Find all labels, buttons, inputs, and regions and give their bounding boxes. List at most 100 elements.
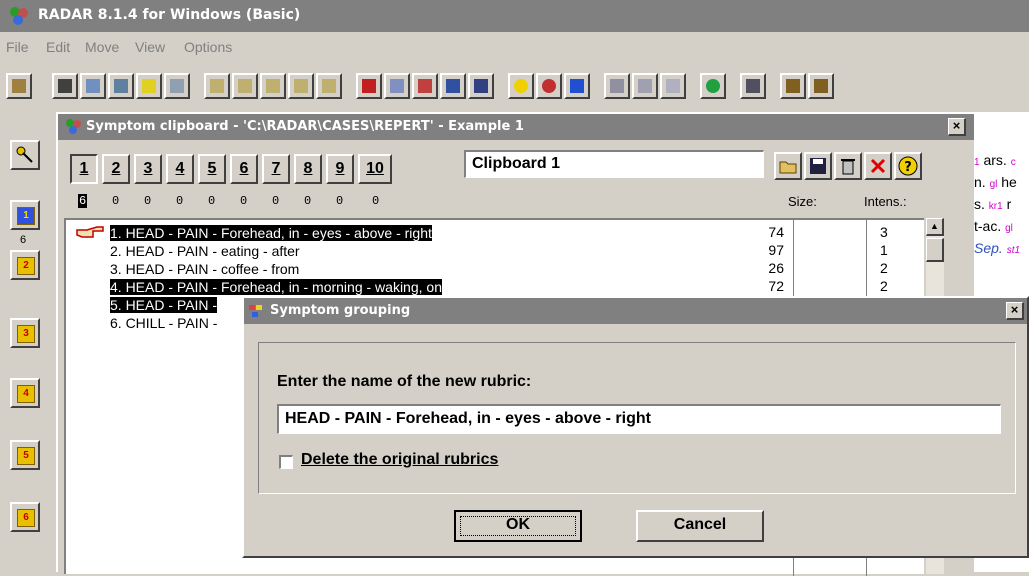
menu-edit[interactable]: Edit — [46, 39, 70, 55]
scroll-thumb[interactable] — [926, 238, 944, 262]
red-x-icon — [870, 158, 886, 174]
clipboard-side-panel: 1 6 2 3 4 5 6 — [0, 110, 52, 572]
delete-original-label[interactable]: Delete the original rubrics — [301, 451, 498, 469]
idea-button[interactable] — [136, 73, 162, 99]
size-column-header: Size: — [788, 194, 817, 209]
list-item[interactable]: 4. HEAD - PAIN - Forehead, in - morning … — [110, 278, 442, 296]
clipboard-tab-7[interactable]: 7 — [262, 154, 290, 184]
calculator-button-2[interactable] — [808, 73, 834, 99]
radar-logo-icon — [10, 7, 28, 25]
trash-button[interactable] — [834, 152, 862, 180]
list-item[interactable]: 3. HEAD - PAIN - coffee - from — [110, 260, 299, 278]
save-button[interactable] — [804, 152, 832, 180]
tab-count-1: 6 — [78, 194, 88, 208]
ok-button[interactable]: OK — [454, 510, 582, 542]
clipboard-title-bar[interactable]: Symptom clipboard - 'C:\RADAR\CASES\REPE… — [58, 114, 974, 140]
side-clipboard-5[interactable]: 5 — [10, 440, 40, 470]
list-person-button[interactable] — [468, 73, 494, 99]
open-folder-button[interactable] — [774, 152, 802, 180]
close-clipboard-button[interactable]: × — [948, 118, 966, 136]
intens-cell: 3 — [880, 224, 888, 240]
rubric-name-input[interactable]: HEAD - PAIN - Forehead, in - eyes - abov… — [277, 404, 1001, 434]
table-button[interactable] — [412, 73, 438, 99]
key-icon — [16, 146, 33, 163]
remedy-line-5: Sep. st1 — [974, 240, 1021, 256]
print-button[interactable] — [740, 73, 766, 99]
delete-button[interactable] — [864, 152, 892, 180]
delete-original-label-text: Delete the original rubrics — [301, 451, 499, 468]
intens-cell: 1 — [880, 242, 888, 258]
side-clipboard-2[interactable]: 2 — [10, 250, 40, 280]
clipboard-tab-2[interactable]: 2 — [102, 154, 130, 184]
tab-count-10: 0 — [372, 194, 380, 208]
tab-count-4: 0 — [176, 194, 184, 208]
list-item[interactable]: 2. HEAD - PAIN - eating - after — [110, 242, 300, 260]
list-item[interactable]: 5. HEAD - PAIN - — [110, 296, 218, 314]
tab-count-8: 0 — [304, 194, 312, 208]
list-item[interactable]: 1. HEAD - PAIN - Forehead, in - eyes - a… — [110, 224, 432, 242]
clipboard-tab-5[interactable]: 5 — [198, 154, 226, 184]
help-icon: ? — [898, 156, 918, 176]
clipboard-tab-10[interactable]: 10 — [358, 154, 392, 184]
radar-logo-icon — [66, 119, 81, 134]
remedy-line-2: n. gl he — [974, 174, 1017, 190]
text-button[interactable] — [604, 73, 630, 99]
bar-chart-button[interactable] — [356, 73, 382, 99]
clipboard-title: Symptom clipboard - 'C:\RADAR\CASES\REPE… — [86, 119, 524, 134]
sun-button[interactable] — [508, 73, 534, 99]
clipboard-tab-9[interactable]: 9 — [326, 154, 354, 184]
scroll-up-button[interactable]: ▲ — [926, 218, 944, 236]
intens-column-header: Intens.: — [864, 194, 907, 209]
find-button[interactable] — [52, 73, 78, 99]
list-item[interactable]: 6. CHILL - PAIN - — [110, 314, 217, 332]
grouping-icon — [249, 305, 262, 317]
clipboard-button-5[interactable] — [316, 73, 342, 99]
arrows-button[interactable] — [564, 73, 590, 99]
clipboard-tab-3[interactable]: 3 — [134, 154, 162, 184]
menu-options[interactable]: Options — [184, 39, 232, 55]
sparkle-button[interactable] — [164, 73, 190, 99]
clipboard-tab-4[interactable]: 4 — [166, 154, 194, 184]
dialog-title-bar[interactable]: Symptom grouping × — [244, 298, 1027, 324]
remedy-line-3: s. kr1 r — [974, 196, 1012, 212]
menu-bar: File Edit Move View Options — [0, 32, 1029, 60]
tab-count-2: 0 — [112, 194, 120, 208]
side-clipboard-3[interactable]: 3 — [10, 318, 40, 348]
clipboard-button-2[interactable] — [232, 73, 258, 99]
tab-count-5: 0 — [208, 194, 216, 208]
floppy-icon — [810, 158, 826, 174]
rubric-name-label: Enter the name of the new rubric: — [277, 373, 532, 390]
clipboard-name-field[interactable]: Clipboard 1 — [464, 150, 764, 178]
delete-original-checkbox[interactable] — [279, 455, 293, 469]
magnify-button[interactable] — [108, 73, 134, 99]
menu-view[interactable]: View — [135, 39, 165, 55]
open-case-button[interactable] — [6, 73, 32, 99]
toolbar — [0, 60, 1029, 110]
clipboard-button-1[interactable] — [204, 73, 230, 99]
key-button[interactable] — [10, 140, 40, 170]
family-button[interactable] — [440, 73, 466, 99]
notes-button[interactable] — [632, 73, 658, 99]
clipboard-tab-8[interactable]: 8 — [294, 154, 322, 184]
app-title: RADAR 8.1.4 for Windows (Basic) — [38, 7, 301, 23]
cancel-button[interactable]: Cancel — [636, 510, 764, 542]
menu-move[interactable]: Move — [85, 39, 119, 55]
remedy-line-1: 1 ars. c — [974, 152, 1016, 168]
calculator-button[interactable] — [780, 73, 806, 99]
side-clipboard-4[interactable]: 4 — [10, 378, 40, 408]
clipboard-tab-6[interactable]: 6 — [230, 154, 258, 184]
side-clipboard-1[interactable]: 1 — [10, 200, 40, 230]
help-button[interactable]: ? — [894, 152, 922, 180]
window-button[interactable] — [660, 73, 686, 99]
word-search-button[interactable] — [80, 73, 106, 99]
close-dialog-button[interactable]: × — [1006, 302, 1024, 320]
bug-button[interactable] — [536, 73, 562, 99]
menu-file[interactable]: File — [6, 39, 29, 55]
side-clipboard-6[interactable]: 6 — [10, 502, 40, 532]
tab-count-3: 0 — [144, 194, 152, 208]
clipboard-button-3[interactable] — [260, 73, 286, 99]
globe-button[interactable] — [700, 73, 726, 99]
theta-button[interactable] — [384, 73, 410, 99]
clipboard-tab-1[interactable]: 1 — [70, 154, 98, 184]
clipboard-button-4[interactable] — [288, 73, 314, 99]
